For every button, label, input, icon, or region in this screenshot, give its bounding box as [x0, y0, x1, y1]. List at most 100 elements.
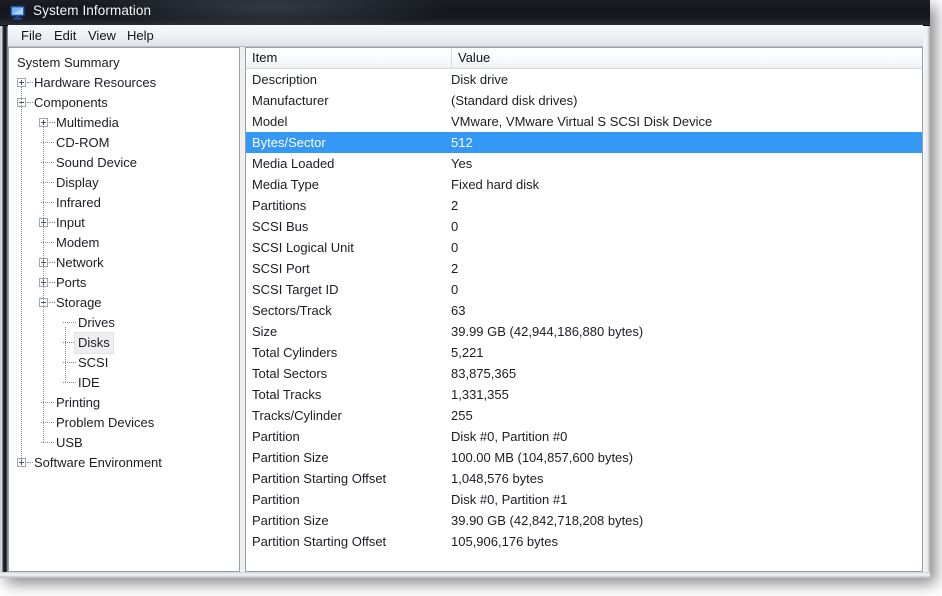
table-row[interactable]: Partition Starting Offset 105,906,176 byt…: [246, 531, 922, 552]
row-item-label: Partition Size: [252, 513, 329, 528]
row-item-label: SCSI Logical Unit: [252, 240, 354, 255]
row-item-value: 0: [451, 219, 459, 234]
table-row[interactable]: Total Sectors 83,875,365: [246, 363, 922, 384]
table-row[interactable]: Media Type Fixed hard disk: [246, 174, 922, 195]
tree-item-label: Infrared: [56, 195, 101, 210]
tree-item-label: Storage: [56, 295, 102, 310]
tree-item-label: System Summary: [17, 55, 120, 70]
row-item-label: Media Type: [252, 177, 319, 192]
tree-item-label: Input: [56, 215, 85, 230]
tree-item-label: Drives: [78, 315, 115, 330]
row-item-value: 5,221: [451, 345, 484, 360]
row-item-value: (Standard disk drives): [451, 93, 578, 108]
tree-guide-line: [65, 327, 67, 382]
menu-bar: File Edit View Help: [8, 25, 923, 47]
row-item-value: VMware, VMware Virtual S SCSI Disk Devic…: [451, 114, 713, 129]
row-item-label: Model: [252, 114, 288, 129]
tree-item-label: Problem Devices: [56, 415, 155, 430]
row-item-label: Partition: [252, 492, 300, 507]
row-item-value: 63: [451, 303, 466, 318]
tree-item-software-environment[interactable]: Software Environment: [9, 453, 239, 473]
menu-item-view[interactable]: View: [81, 27, 123, 44]
system-information-window: System Information File Edit View Help Syst…: [0, 0, 930, 578]
tree-item-hardware-resources[interactable]: Hardware Resources: [9, 73, 239, 93]
row-item-label: Size: [252, 324, 278, 339]
details-list-rows: Description Disk drive Manufacturer (Standa…: [246, 69, 922, 552]
table-row[interactable]: Partition Starting Offset 1,048,576 bytes: [246, 468, 922, 489]
row-item-label: Total Cylinders: [252, 345, 338, 360]
tree-item-label: Sound Device: [56, 155, 137, 170]
row-item-value: 2: [451, 261, 459, 276]
table-row[interactable]: Partition Size 39.90 GB (42,842,718,208 b…: [246, 510, 922, 531]
row-item-label: Partition Starting Offset: [252, 471, 387, 486]
tree-item-components[interactable]: Components: [9, 93, 239, 113]
table-row[interactable]: Total Tracks 1,331,355: [246, 384, 922, 405]
title-bar[interactable]: System Information: [0, 0, 930, 26]
menu-item-file[interactable]: File: [14, 27, 49, 44]
table-row[interactable]: Sectors/Track 63: [246, 300, 922, 321]
row-item-value: 0: [451, 282, 459, 297]
content-area: System Summary Hardware Resources Componen…: [8, 47, 923, 572]
tree-guide-line: [21, 87, 23, 462]
table-row[interactable]: SCSI Port 2: [246, 258, 922, 279]
tree-guide-line: [43, 127, 45, 442]
tree-item-system-summary[interactable]: System Summary: [9, 53, 239, 73]
window-title: System Information: [33, 3, 152, 18]
row-item-value: 512: [451, 135, 473, 150]
table-row[interactable]: Total Cylinders 5,221: [246, 342, 922, 363]
row-item-value: Disk drive: [451, 72, 509, 87]
tree-item-label: Software Environment: [34, 455, 162, 470]
tree-item-label: Multimedia: [56, 115, 119, 130]
row-item-label: SCSI Port: [252, 261, 310, 276]
row-item-label: SCSI Bus: [252, 219, 309, 234]
tree-item-label: Printing: [56, 395, 101, 410]
row-item-label: Tracks/Cylinder: [252, 408, 342, 423]
row-item-value: Disk #0, Partition #1: [451, 492, 568, 507]
tree-item-label: USB: [56, 435, 83, 450]
table-row[interactable]: SCSI Target ID 0: [246, 279, 922, 300]
system-information-icon: [10, 5, 25, 20]
column-header-value[interactable]: Value: [451, 48, 922, 68]
row-item-value: 1,048,576 bytes: [451, 471, 544, 486]
row-item-label: Media Loaded: [252, 156, 335, 171]
row-item-value: Yes: [451, 156, 473, 171]
table-row[interactable]: Size 39.99 GB (42,944,186,880 bytes): [246, 321, 922, 342]
table-row[interactable]: Partition Disk #0, Partition #1: [246, 489, 922, 510]
details-list-pane[interactable]: Item Value Description Disk drive Manufactu…: [245, 47, 923, 572]
tree-item-label: Disks: [74, 332, 114, 354]
table-row[interactable]: Media Loaded Yes: [246, 153, 922, 174]
column-header-item[interactable]: Item: [246, 48, 451, 68]
menu-item-edit[interactable]: Edit: [47, 27, 83, 44]
tree-item-label: Components: [34, 95, 108, 110]
table-row[interactable]: SCSI Logical Unit 0: [246, 237, 922, 258]
row-item-label: Partition: [252, 429, 300, 444]
row-item-label: Description: [252, 72, 318, 87]
table-row[interactable]: Model VMware, VMware Virtual S SCSI Disk …: [246, 111, 922, 132]
table-row[interactable]: Partitions 2: [246, 195, 922, 216]
row-item-label: SCSI Target ID: [252, 282, 339, 297]
row-item-value: 83,875,365: [451, 366, 517, 381]
table-row[interactable]: Tracks/Cylinder 255: [246, 405, 922, 426]
table-row[interactable]: SCSI Bus 0: [246, 216, 922, 237]
tree-item-label: Network: [56, 255, 104, 270]
row-item-label: Manufacturer: [252, 93, 329, 108]
expand-icon[interactable]: [39, 118, 48, 127]
expand-icon[interactable]: [17, 78, 26, 87]
row-item-label: Total Sectors: [252, 366, 328, 381]
tree-item-label: SCSI: [78, 355, 109, 370]
row-item-value: 39.90 GB (42,842,718,208 bytes): [451, 513, 644, 528]
menu-item-help[interactable]: Help: [120, 27, 161, 44]
row-item-value: 1,331,355: [451, 387, 509, 402]
tree-item-label: IDE: [78, 375, 100, 390]
table-row[interactable]: Manufacturer (Standard disk drives): [246, 90, 922, 111]
table-row[interactable]: Partition Size 100.00 MB (104,857,600 byt…: [246, 447, 922, 468]
navigation-tree-pane[interactable]: System Summary Hardware Resources Componen…: [8, 47, 240, 572]
tree-item-label: Display: [56, 175, 99, 190]
window-frame-right-edge: [923, 0, 930, 578]
row-item-value: 0: [451, 240, 459, 255]
window-frame-left-edge: [0, 0, 8, 578]
row-item-label: Total Tracks: [252, 387, 322, 402]
table-row[interactable]: Description Disk drive: [246, 69, 922, 90]
table-row[interactable]: Partition Disk #0, Partition #0: [246, 426, 922, 447]
table-row[interactable]: Bytes/Sector 512: [246, 132, 922, 153]
